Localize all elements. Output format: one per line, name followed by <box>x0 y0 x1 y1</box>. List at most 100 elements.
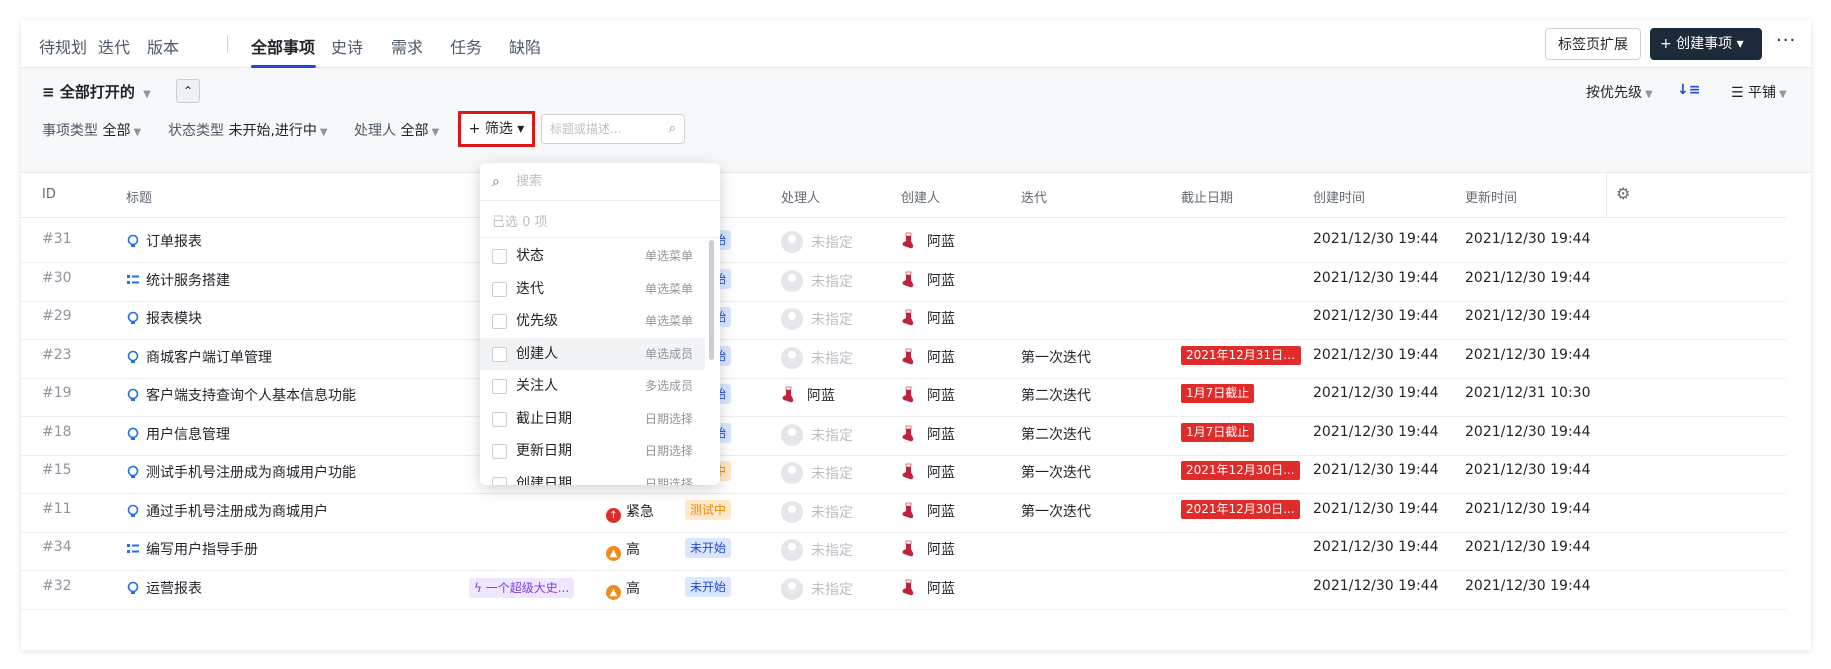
col-title[interactable]: 标题 <box>126 187 152 206</box>
issue-title[interactable]: 统计服务搭建 <box>126 270 230 290</box>
due-date[interactable]: 2021年12月30日... <box>1181 499 1300 523</box>
status-badge[interactable]: 测试中 <box>685 499 732 520</box>
issue-title[interactable]: 用户信息管理 <box>126 424 230 444</box>
priority-label: 高 <box>626 542 640 558</box>
layout-selector[interactable]: ☰ 平铺 ▼ <box>1731 82 1787 102</box>
dropdown-option[interactable]: 创建人 单选成员 <box>480 337 705 370</box>
dropdown-option[interactable]: 状态 单选菜单 <box>480 240 705 272</box>
assignee[interactable]: 未指定 <box>781 539 853 561</box>
assignee-name: 未指定 <box>811 350 853 367</box>
assignee[interactable]: 未指定 <box>781 231 853 253</box>
issue-title[interactable]: 报表模块 <box>126 308 202 328</box>
assignee[interactable]: 未指定 <box>781 500 853 523</box>
table-row[interactable]: #32 运营报表 ϟ 一个超级大史... ▲ 高未开始 未指定 阿蓝 2021/12/30 1… <box>21 565 1786 610</box>
issue-title[interactable]: 运营报表 <box>126 578 202 598</box>
assignee[interactable]: 未指定 <box>781 462 853 484</box>
create-issue-button[interactable]: + 创建事项 ▾ <box>1650 28 1762 60</box>
issue-id[interactable]: #34 <box>42 539 72 555</box>
due-date[interactable]: 2021年12月30日... <box>1181 461 1300 484</box>
search-input[interactable]: 标题或描述... ⌕ <box>541 114 685 144</box>
option-checkbox[interactable] <box>492 476 507 485</box>
col-iteration[interactable]: 迭代 <box>1021 187 1047 206</box>
add-filter-button[interactable]: + 筛选 ▾ <box>458 111 535 147</box>
due-date[interactable]: 2021年12月31日截止 <box>1181 345 1301 369</box>
tab-defect[interactable]: 缺陷 <box>509 34 541 58</box>
status-badge[interactable]: 未开始 <box>685 576 732 597</box>
issue-id[interactable]: #31 <box>42 231 72 247</box>
iteration[interactable]: 第二次迭代 <box>1021 385 1091 405</box>
epic-tag[interactable]: ϟ 一个超级大史... <box>469 577 575 598</box>
issue-title[interactable]: 测试手机号注册成为商城用户功能 <box>126 462 356 482</box>
sort-direction-icon[interactable]: ↓≡ <box>1677 82 1700 98</box>
issue-title[interactable]: 商城客户端订单管理 <box>126 347 272 367</box>
assignee[interactable]: 阿蓝 <box>781 385 835 405</box>
status-badge[interactable]: 未开始 <box>685 538 732 558</box>
issue-id[interactable]: #23 <box>42 347 72 363</box>
issue-id[interactable]: #29 <box>42 308 72 324</box>
dropdown-option[interactable]: 截止日期 日期选择 <box>480 403 705 435</box>
issue-id[interactable]: #30 <box>42 270 72 286</box>
assignee-name: 未指定 <box>811 581 853 598</box>
more-icon[interactable]: ··· <box>1776 30 1796 51</box>
option-checkbox[interactable] <box>492 346 507 362</box>
col-assignee[interactable]: 处理人 <box>781 187 820 206</box>
assignee[interactable]: 未指定 <box>781 269 853 292</box>
collapse-icon[interactable]: ⌃ <box>176 79 200 103</box>
col-id[interactable]: ID <box>42 187 56 202</box>
issue-title[interactable]: 编写用户指导手册 <box>126 539 258 559</box>
dropdown-option[interactable]: 迭代 单选菜单 <box>480 273 705 305</box>
assignee[interactable]: 未指定 <box>781 577 853 600</box>
issue-title[interactable]: 客户端支持查询个人基本信息功能 <box>126 385 356 405</box>
tab-extension-button[interactable]: 标签页扩展 <box>1545 28 1641 60</box>
sort-selector[interactable]: 按优先级 ▼ <box>1586 82 1653 102</box>
filter-issue-type[interactable]: 事项类型 全部 ▼ <box>42 120 141 140</box>
dropdown-option[interactable]: 关注人 多选成员 <box>480 370 705 402</box>
tab-epic[interactable]: 史诗 <box>331 34 363 58</box>
option-checkbox[interactable] <box>492 314 507 329</box>
dropdown-option[interactable]: 优先级 单选菜单 <box>480 305 705 337</box>
iteration[interactable]: 第二次迭代 <box>1021 424 1091 444</box>
tab-iteration[interactable]: 迭代 <box>98 34 130 58</box>
issue-id[interactable]: #32 <box>42 578 72 594</box>
tab-version[interactable]: 版本 <box>147 34 179 58</box>
issue-title[interactable]: 通过手机号注册成为商城用户 <box>126 501 328 521</box>
iteration[interactable]: 第一次迭代 <box>1021 501 1091 521</box>
col-updated[interactable]: 更新时间 <box>1465 187 1517 206</box>
due-date[interactable]: 1月7日截止 <box>1181 384 1255 407</box>
assignee[interactable]: 未指定 <box>781 308 853 330</box>
dropdown-option[interactable]: 更新日期 日期选择 <box>480 435 705 467</box>
assignee[interactable]: 未指定 <box>781 423 853 446</box>
view-selector[interactable]: ≡ 全部打开的 ▼ <box>42 81 151 102</box>
option-checkbox[interactable] <box>492 379 507 394</box>
tab-all-issues[interactable]: 全部事项 <box>251 34 315 58</box>
due-date[interactable]: 1月7日截止 <box>1181 422 1255 446</box>
dropdown-scrollbar[interactable] <box>709 240 714 360</box>
issue-title[interactable]: 订单报表 <box>126 231 202 251</box>
option-checkbox[interactable] <box>492 411 507 427</box>
issue-id[interactable]: #15 <box>42 462 72 478</box>
filter-status-type[interactable]: 状态类型 未开始,进行中 ▼ <box>168 120 328 140</box>
iteration[interactable]: 第一次迭代 <box>1021 462 1091 482</box>
dropdown-search-input[interactable]: ⌕ 搜索 <box>480 163 720 201</box>
issue-id[interactable]: #18 <box>42 424 72 440</box>
option-checkbox[interactable] <box>492 249 507 264</box>
priority[interactable]: ▲ 高 <box>606 578 640 600</box>
priority[interactable]: ↑ 紧急 <box>606 501 654 523</box>
col-due[interactable]: 截止日期 <box>1181 187 1233 206</box>
issue-id[interactable]: #11 <box>42 501 72 517</box>
iteration[interactable]: 第一次迭代 <box>1021 347 1091 367</box>
tab-backlog[interactable]: 待规划 <box>39 34 87 58</box>
option-checkbox[interactable] <box>492 444 507 459</box>
col-creator[interactable]: 创建人 <box>901 187 940 206</box>
bulb-icon <box>126 504 146 520</box>
filter-assignee[interactable]: 处理人 全部 ▼ <box>354 120 439 140</box>
dropdown-option[interactable]: 创建日期 日期选择 <box>480 468 705 485</box>
issue-id[interactable]: #19 <box>42 385 72 401</box>
option-checkbox[interactable] <box>492 281 507 297</box>
gear-icon[interactable]: ⚙ <box>1616 184 1630 203</box>
assignee[interactable]: 未指定 <box>781 346 853 369</box>
tab-requirement[interactable]: 需求 <box>391 34 423 58</box>
tab-task[interactable]: 任务 <box>450 34 482 58</box>
priority[interactable]: ▲ 高 <box>606 539 640 561</box>
col-created[interactable]: 创建时间 <box>1313 187 1365 206</box>
